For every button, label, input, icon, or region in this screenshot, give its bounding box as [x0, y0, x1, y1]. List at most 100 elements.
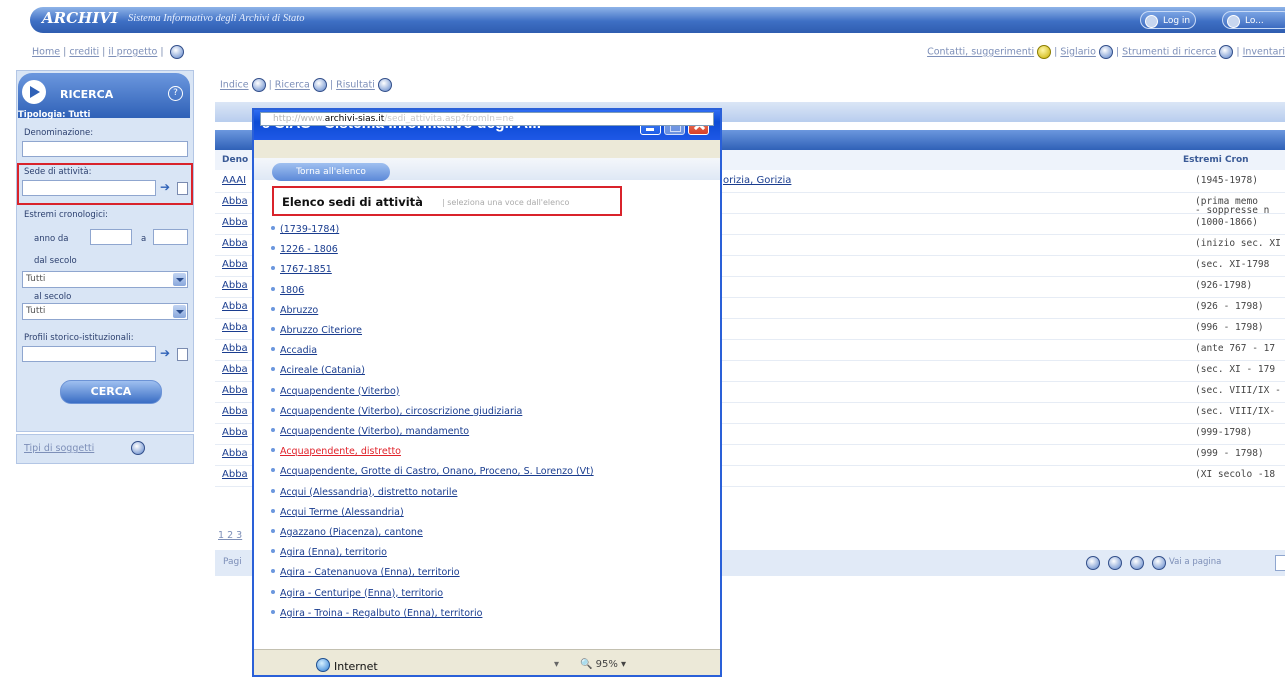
globe-icon — [316, 658, 330, 672]
login-button[interactable]: Log in — [1140, 11, 1196, 29]
row-estremi: (926 - 1798) — [1195, 301, 1264, 312]
estremi-label: Estremi cronologici: — [24, 210, 108, 220]
row-estremi: (999-1798) — [1195, 427, 1253, 438]
profili-list-icon[interactable] — [177, 348, 188, 361]
contacts-icon — [1037, 45, 1052, 59]
goto-page-label: Vai a pagina — [1169, 557, 1222, 567]
home-link[interactable]: Home — [32, 47, 60, 58]
row-denominazione-link[interactable]: Abba — [222, 217, 248, 228]
row-denominazione-link[interactable]: Abba — [222, 364, 248, 375]
project-link[interactable]: il progetto — [108, 47, 157, 58]
bullet-icon — [271, 549, 275, 554]
tab-indice[interactable]: Indice — [220, 80, 249, 91]
inventari-link[interactable]: Inventari — [1243, 47, 1285, 58]
dal-secolo-label: dal secolo — [34, 256, 77, 266]
zoom-level[interactable]: 🔍 95% ▾ — [580, 659, 626, 670]
last-page-icon[interactable] — [1152, 556, 1166, 570]
security-icon[interactable]: ▾ — [554, 659, 559, 670]
sede-list-item-label: Acquapendente, distretto — [280, 446, 401, 458]
bullet-icon — [271, 569, 275, 574]
row-denominazione-link[interactable]: AAAI — [222, 175, 246, 186]
help-icon[interactable] — [169, 45, 184, 59]
anno-da-input[interactable] — [90, 229, 132, 245]
list-subtitle: | seleziona una voce dall'elenco — [442, 198, 570, 207]
siglario-link[interactable]: Siglario — [1060, 47, 1096, 58]
row-denominazione-link[interactable]: Abba — [222, 238, 248, 249]
sede-list-item[interactable]: Acquapendente, Grotte di Castro, Onano, … — [271, 466, 594, 477]
contacts-link[interactable]: Contatti, suggerimenti — [927, 47, 1034, 58]
row-denominazione-link[interactable]: Abba — [222, 469, 248, 480]
goto-page-input[interactable] — [1275, 555, 1285, 571]
row-estremi: (996 - 1798) — [1195, 322, 1264, 333]
sede-list-item[interactable]: 1806 — [271, 284, 305, 296]
cerca-button[interactable]: CERCA — [60, 380, 162, 404]
sede-list-item[interactable]: Acqui Terme (Alessandria) — [271, 507, 404, 518]
sede-list-item-label: Agira - Centuripe (Enna), territorio — [280, 587, 444, 599]
back-to-list-button[interactable]: Torna all'elenco — [272, 163, 390, 181]
sede-list-item[interactable]: Abruzzo — [271, 304, 319, 316]
col-estremi[interactable]: Estremi Cron — [1183, 155, 1249, 165]
row-denominazione-link[interactable]: Abba — [222, 448, 248, 459]
sede-list-item[interactable]: Acquapendente (Viterbo) — [271, 386, 399, 397]
sede-list-item-label: Acquapendente (Viterbo), circoscrizione … — [280, 405, 523, 417]
sede-list-item[interactable]: Agira - Centuripe (Enna), territorio — [271, 587, 444, 599]
tab-risultati[interactable]: Risultati — [336, 80, 375, 91]
row-denominazione-link[interactable]: Abba — [222, 259, 248, 270]
dal-secolo-select[interactable]: Tutti — [22, 271, 188, 288]
row-sede-link[interactable]: orizia, Gorizia — [723, 175, 791, 186]
sede-list-item[interactable]: Acireale (Catania) — [271, 365, 365, 376]
sede-list-item-label: Agira - Catenanuova (Enna), territorio — [280, 567, 460, 579]
help-icon[interactable]: ? — [168, 86, 183, 101]
sede-list-item[interactable]: (1739-1784) — [271, 224, 339, 235]
sede-list-item[interactable]: Abruzzo Citeriore — [271, 325, 362, 336]
bullet-icon — [271, 589, 275, 594]
pager-pages[interactable]: 1 2 3 — [218, 530, 242, 541]
row-denominazione-link[interactable]: Abba — [222, 406, 248, 417]
sede-list-item[interactable]: Accadia — [271, 345, 317, 356]
row-denominazione-link[interactable]: Abba — [222, 196, 248, 207]
sede-list-item[interactable]: 1767-1851 — [271, 264, 332, 275]
sede-input[interactable] — [22, 180, 156, 196]
url-field[interactable]: http://www.archivi-sias.it/sedi_attivita… — [260, 112, 714, 126]
row-denominazione-link[interactable]: Abba — [222, 427, 248, 438]
prev-page-icon[interactable] — [1108, 556, 1122, 570]
bullet-icon — [271, 286, 275, 291]
profili-open-list-icon[interactable]: ➔ — [160, 346, 170, 360]
sede-open-list-icon[interactable]: ➔ — [160, 180, 170, 194]
al-secolo-select[interactable]: Tutti — [22, 303, 188, 320]
sede-list-item[interactable]: Acquapendente (Viterbo), mandamento — [271, 426, 469, 437]
profili-input[interactable] — [22, 346, 156, 362]
row-denominazione-link[interactable]: Abba — [222, 301, 248, 312]
row-denominazione-link[interactable]: Abba — [222, 280, 248, 291]
anno-a-input[interactable] — [153, 229, 188, 245]
col-denominazione[interactable]: Deno — [222, 155, 248, 165]
sede-list-item[interactable]: Agira - Catenanuova (Enna), territorio — [271, 567, 460, 579]
sede-list-item[interactable]: Acquapendente, distretto — [271, 446, 401, 458]
sede-list-item[interactable]: Acquapendente (Viterbo), circoscrizione … — [271, 405, 523, 417]
sede-list-item[interactable]: Agira - Troina - Regalbuto (Enna), terri… — [271, 608, 482, 619]
site-logo[interactable]: ARCHIVI — [42, 9, 118, 27]
tab-ricerca[interactable]: Ricerca — [275, 80, 310, 91]
row-denominazione-link[interactable]: Abba — [222, 322, 248, 333]
header-button-2[interactable]: Lo... — [1222, 11, 1285, 29]
row-estremi: (XI secolo -18 — [1195, 469, 1276, 480]
sede-list-item[interactable]: Acqui (Alessandria), distretto notarile — [271, 487, 457, 498]
sede-list-icon[interactable] — [177, 182, 188, 195]
strumenti-link[interactable]: Strumenti di ricerca — [1122, 47, 1216, 58]
row-denominazione-link[interactable]: Abba — [222, 343, 248, 354]
sede-list-item-label: 1806 — [280, 284, 305, 296]
tipi-soggetti-link[interactable]: Tipi di soggetti — [24, 443, 94, 454]
list-header-highlight: Elenco sedi di attività | seleziona una … — [272, 186, 622, 216]
first-page-icon[interactable] — [1086, 556, 1100, 570]
bullet-icon — [271, 327, 275, 331]
sede-list-item[interactable]: Agira (Enna), territorio — [271, 547, 387, 558]
sede-list-item[interactable]: 1226 - 1806 — [271, 244, 338, 255]
denominazione-input[interactable] — [22, 141, 188, 157]
profili-label: Profili storico-istituzionali: — [24, 333, 134, 343]
row-denominazione-link[interactable]: Abba — [222, 385, 248, 396]
sede-list-item-label: Abruzzo — [280, 304, 319, 316]
credits-link[interactable]: crediti — [69, 47, 99, 58]
tipi-soggetti-icon[interactable] — [131, 441, 145, 455]
sede-list-item[interactable]: Agazzano (Piacenza), cantone — [271, 527, 423, 538]
next-page-icon[interactable] — [1130, 556, 1144, 570]
